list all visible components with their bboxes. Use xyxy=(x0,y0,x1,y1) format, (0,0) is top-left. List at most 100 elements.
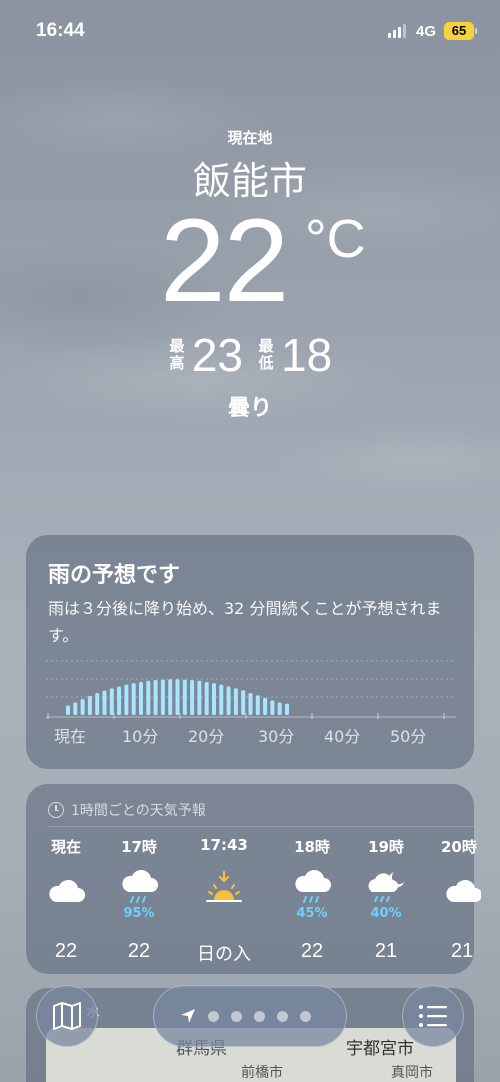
status-time: 16:44 xyxy=(36,20,85,41)
hourly-forecast-card[interactable]: 1時間ごとの天気予報 現在 22 17時 95% 22 17:43 日の入 18… xyxy=(26,784,481,974)
rain-bar xyxy=(270,700,275,715)
rain-bar xyxy=(102,690,107,715)
rain-axis: 現在 10分 20分 30分 40分 50分 xyxy=(46,723,456,747)
hour-time: 現在 xyxy=(50,838,81,856)
status-bar: 16:44 4G 65 xyxy=(0,0,500,60)
hour-temp: 22 xyxy=(54,940,78,962)
rain-bar xyxy=(131,683,136,715)
cloud-rain-icon xyxy=(122,870,158,903)
rain-bar xyxy=(117,686,122,715)
hour-precip: 40% xyxy=(370,906,402,921)
low-temperature: 18 xyxy=(281,329,333,381)
hour-time: 17:43 xyxy=(200,836,248,854)
rain-title: 雨の予想です xyxy=(48,563,181,588)
cloud-icon xyxy=(49,879,85,902)
map-button[interactable] xyxy=(36,985,98,1047)
rain-bar xyxy=(277,702,282,715)
location-arrow-icon xyxy=(181,1009,195,1023)
rain-bar xyxy=(197,680,202,715)
hour-item: 17:43 日の入 xyxy=(184,836,264,966)
location-pager[interactable] xyxy=(153,985,347,1047)
rain-bar xyxy=(146,680,151,715)
rain-bar xyxy=(73,702,78,715)
map-label: 前橋市 xyxy=(241,1065,283,1081)
rain-bar xyxy=(160,679,165,715)
rain-bar xyxy=(255,695,260,715)
sunset-icon xyxy=(206,871,242,902)
low-label: 最低 xyxy=(258,337,274,372)
rain-bar xyxy=(175,679,180,715)
hour-time: 20時 xyxy=(441,838,477,856)
hour-time: 19時 xyxy=(368,838,404,856)
high-low: 最高 23 最低 18 xyxy=(0,332,500,378)
axis-label: 50分 xyxy=(390,727,427,746)
hourly-header-label: 1時間ごとの天気予報 xyxy=(71,803,206,819)
hour-temp: 21 xyxy=(451,940,474,962)
hour-item: 現在 22 xyxy=(26,836,106,963)
rain-bar xyxy=(109,688,114,715)
hour-temp: 22 xyxy=(300,940,324,962)
page-dot[interactable] xyxy=(300,1010,311,1022)
map-label: 真岡市 xyxy=(391,1065,433,1081)
cloud-moon-rain-icon xyxy=(368,872,404,902)
hour-item: 20時 21 xyxy=(421,836,481,963)
cloud-rain-icon xyxy=(295,870,331,903)
hour-temp: 21 xyxy=(374,940,398,962)
page-dot[interactable] xyxy=(231,1010,242,1022)
location-label: 現在地 xyxy=(227,129,273,147)
rain-bar xyxy=(212,683,216,715)
rain-bar xyxy=(190,680,195,715)
rain-description: 雨は３分後に降り始め、32 分間続くことが予想されます。 xyxy=(48,599,442,645)
hourly-divider xyxy=(48,826,474,827)
current-temperature: 22 xyxy=(160,195,289,327)
axis-label: 現在 xyxy=(54,727,87,746)
rain-bar xyxy=(80,699,85,715)
rain-bar xyxy=(95,692,100,715)
hour-item: 17時 95% 22 xyxy=(99,836,179,963)
hourly-header: 1時間ごとの天気予報 xyxy=(48,800,206,820)
axis-label: 40分 xyxy=(324,727,361,746)
high-temperature: 23 xyxy=(191,329,243,381)
network-type: 4G xyxy=(416,23,437,40)
rain-bar xyxy=(248,692,253,715)
rain-bar xyxy=(168,679,173,715)
rain-bar xyxy=(241,690,246,715)
clock-icon xyxy=(48,802,64,818)
axis-label: 30分 xyxy=(258,727,295,746)
weather-condition: 曇り xyxy=(227,396,272,421)
rain-bar xyxy=(153,680,158,715)
hour-temp: 日の入 xyxy=(197,944,251,965)
page-dot[interactable] xyxy=(208,1010,219,1022)
battery-level: 65 xyxy=(451,23,467,38)
rain-bar xyxy=(182,679,187,715)
battery-icon: 65 xyxy=(444,22,477,40)
signal-icon xyxy=(388,24,406,38)
list-icon xyxy=(419,1005,447,1027)
rain-bar xyxy=(226,686,231,715)
rain-bar xyxy=(204,681,209,715)
rain-bar xyxy=(124,684,129,715)
page-dot[interactable] xyxy=(254,1010,265,1022)
location-list-button[interactable] xyxy=(402,985,464,1047)
hour-item: 18時 45% 22 xyxy=(272,836,352,963)
hour-time: 17時 xyxy=(121,838,157,856)
rain-bar xyxy=(66,705,70,715)
rain-bar xyxy=(233,688,238,715)
rain-bar xyxy=(219,684,224,715)
rain-bar xyxy=(139,681,143,715)
temperature-unit: °C xyxy=(305,209,366,269)
rain-bar xyxy=(285,703,289,715)
map-label: 宇都宮市 xyxy=(346,1039,414,1059)
high-label: 最高 xyxy=(169,337,185,372)
axis-label: 20分 xyxy=(188,727,225,746)
page-dot[interactable] xyxy=(277,1010,288,1022)
axis-label: 10分 xyxy=(122,727,159,746)
rain-forecast-card[interactable]: 雨の予想です 雨は３分後に降り始め、32 分間続くことが予想されます。 現在 10… xyxy=(26,535,474,769)
hour-item: 19時 40% 21 xyxy=(346,836,426,963)
rain-chart xyxy=(46,660,456,719)
hour-temp: 22 xyxy=(127,940,151,962)
rain-bar xyxy=(87,696,92,715)
cloud-icon xyxy=(446,879,481,902)
hour-time: 18時 xyxy=(294,838,330,856)
hour-precip: 95% xyxy=(123,906,155,921)
